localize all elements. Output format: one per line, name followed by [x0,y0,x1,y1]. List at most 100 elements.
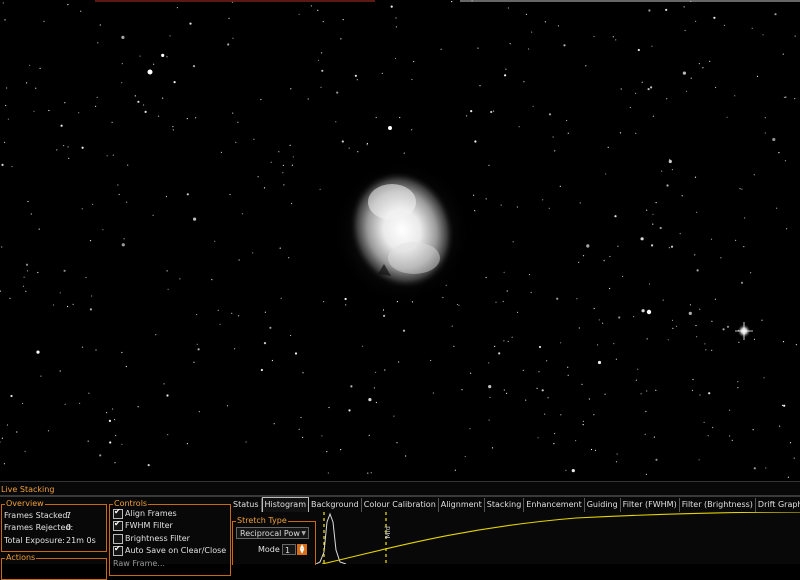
star [502,300,504,303]
star [451,325,453,327]
star [89,308,92,311]
star [114,419,116,421]
tab-drift-graph[interactable]: Drift Graph [756,498,800,512]
star [383,314,386,317]
star [470,372,472,374]
star [264,311,266,313]
star [279,247,281,249]
star [615,461,618,463]
star [60,124,63,127]
star [652,213,654,215]
tab-guiding[interactable]: Guiding [585,498,621,512]
star [789,442,792,444]
star [522,369,524,371]
mode-input[interactable]: 1 [282,544,296,555]
star [713,16,716,19]
star [659,226,662,230]
star [115,434,117,437]
fwhm-filter-checkbox[interactable] [113,519,123,531]
histogram-plot[interactable]: Mid [316,512,800,564]
star [709,60,711,62]
star [321,435,323,437]
star [635,379,638,381]
star [356,79,358,81]
star [396,442,398,444]
star [282,172,284,174]
star [485,276,487,279]
star [368,398,372,402]
star [503,340,505,342]
frames-stacked-value: 7 [66,511,72,520]
star [260,368,263,372]
stretch-type-select[interactable]: Reciprocal Pow ▼ [236,527,309,539]
star [488,164,490,166]
star [609,255,611,258]
image-viewport[interactable] [0,0,800,481]
star [442,296,444,299]
star [645,473,648,475]
star [554,150,556,152]
star [109,441,112,444]
star [114,462,116,464]
star [753,467,756,470]
auto-save-checkbox[interactable] [113,544,123,556]
star [336,91,339,94]
star [302,436,304,438]
star [782,341,785,343]
star [348,147,350,149]
star [764,117,766,119]
star [3,463,5,465]
star [698,63,701,65]
star [137,406,139,408]
star [647,88,650,91]
tab-filter-fwhm[interactable]: Filter (FWHM) [621,498,680,512]
star [593,35,595,38]
star [704,343,706,345]
star [2,2,4,4]
star [36,350,40,354]
star [477,47,479,49]
star [241,213,243,215]
star [474,210,476,212]
star [302,372,304,374]
star [784,160,787,162]
star [398,361,400,363]
tab-histogram[interactable]: Histogram [261,497,309,512]
star [7,118,9,120]
brightness-filter-checkbox[interactable] [113,534,123,544]
star [179,278,181,280]
star [25,290,27,292]
star [161,53,165,58]
star [744,217,746,219]
star [413,60,415,63]
star [685,90,688,92]
star [96,96,98,98]
star [671,169,674,171]
star [779,425,781,427]
align-frames-checkbox[interactable] [113,507,123,519]
tab-filter-brightness[interactable]: Filter (Brightness) [680,498,756,512]
tab-status[interactable]: Status [231,498,262,512]
total-exposure-label: Total Exposure: [4,536,65,545]
star [238,315,240,317]
mode-spinner[interactable]: ▲ ▼ [297,544,307,555]
star [11,165,13,168]
star [690,77,692,79]
star [23,276,25,278]
star [228,17,230,19]
tab-alignment[interactable]: Alignment [439,498,485,512]
star [298,13,300,15]
tab-colour-calibration[interactable]: Colour Calibration [362,498,439,512]
star [384,369,386,371]
star [157,115,160,117]
tab-stacking[interactable]: Stacking [485,498,525,512]
tab-background[interactable]: Background [309,498,362,512]
star [451,1,453,3]
star [403,152,405,154]
star [648,9,651,12]
star [783,96,786,98]
star [269,326,272,329]
tab-enhancement[interactable]: Enhancement [524,498,585,512]
star [783,404,786,407]
star [774,13,777,16]
